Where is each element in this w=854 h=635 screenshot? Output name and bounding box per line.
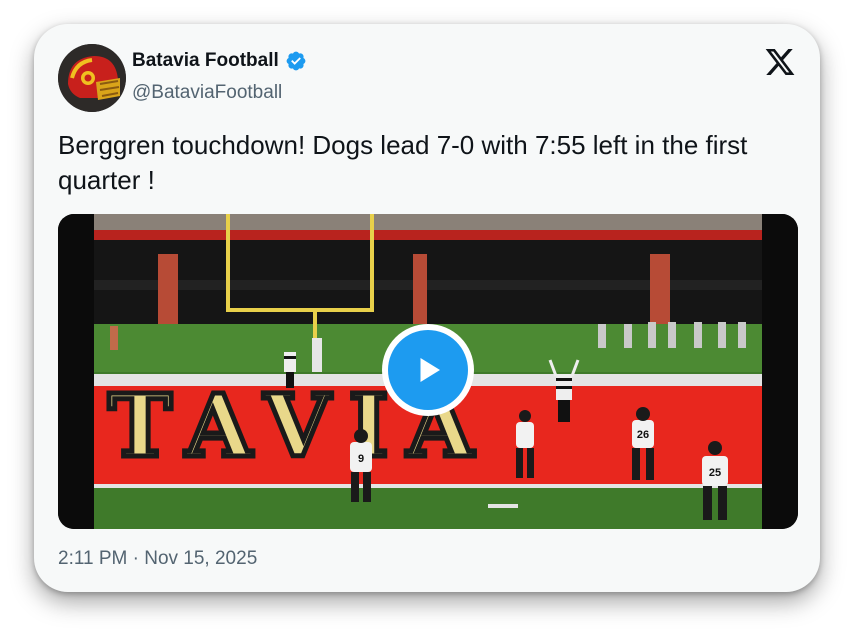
video-player[interactable]: TAVIA 9 26 25 [58,214,798,529]
post-card[interactable]: Batavia Football @BataviaFootball Berggr… [34,24,820,592]
avatar[interactable] [58,44,126,112]
display-name-row[interactable]: Batavia Football [132,50,307,72]
play-button[interactable] [382,324,474,416]
display-name[interactable]: Batavia Football [132,50,279,72]
user-handle[interactable]: @BataviaFootball [132,82,282,104]
play-icon [420,358,440,382]
jersey-number: 9 [358,453,364,465]
x-logo-icon[interactable] [764,46,796,78]
verified-badge-icon [286,51,306,71]
helmet-icon [58,44,126,112]
jersey-number: 26 [637,429,649,441]
jersey-number: 25 [709,467,721,479]
post-text: Berggren touchdown! Dogs lead 7-0 with 7… [58,130,748,195]
post-timestamp[interactable]: 2:11 PM · Nov 15, 2025 [58,548,257,570]
